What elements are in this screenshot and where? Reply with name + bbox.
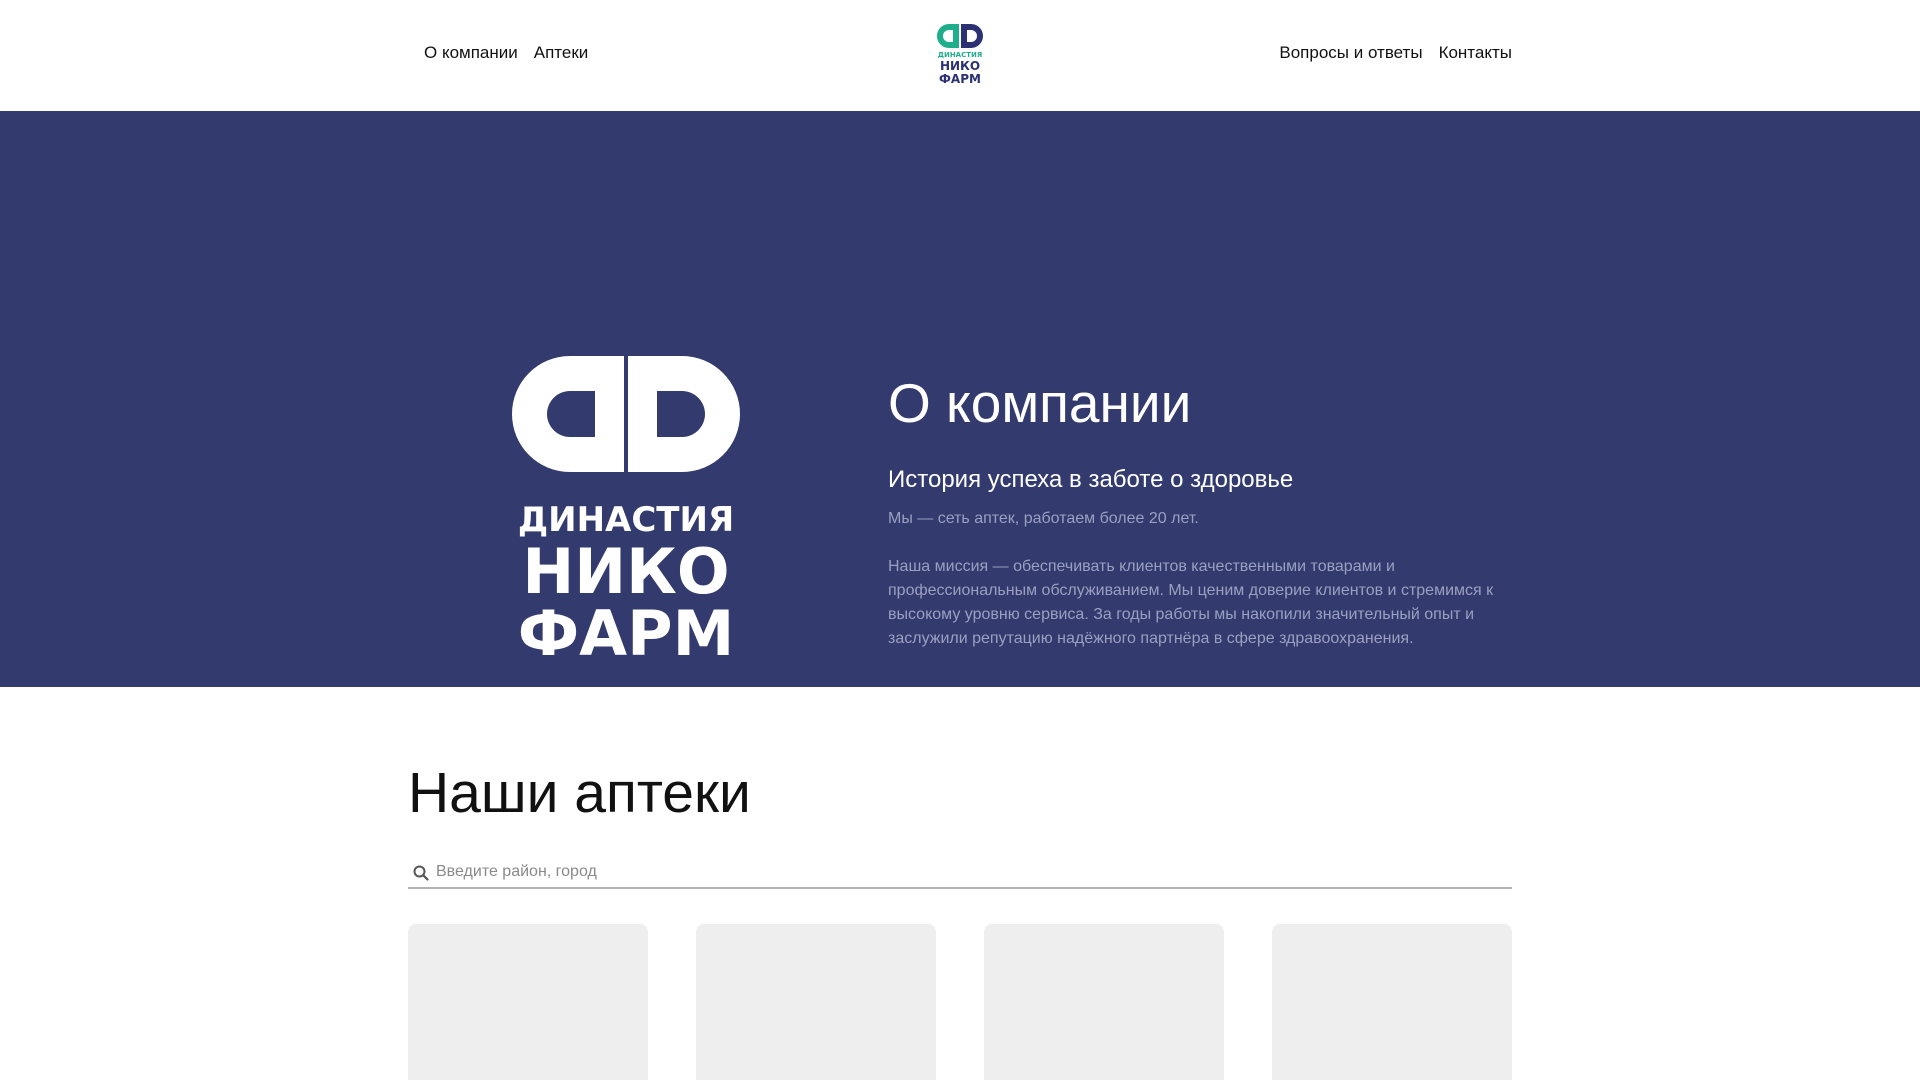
pharmacies-section: Наши аптеки <box>0 687 1920 1080</box>
site-header: О компании Аптеки ДИНАСТИЯ НИКО ФАРМ Воп… <box>0 0 1920 111</box>
search-input[interactable] <box>436 857 1506 887</box>
pharmacy-cards <box>408 924 1512 1080</box>
nav-link-about[interactable]: О компании <box>424 43 518 63</box>
logo-left-mark <box>937 24 959 48</box>
pharmacies-title: Наши аптеки <box>408 761 751 825</box>
logo-right-mark <box>961 24 983 48</box>
logo-text-line2: НИКО <box>940 59 980 73</box>
pharmacy-card[interactable] <box>1272 924 1512 1080</box>
about-hero: ДИНАСТИЯ НИКО ФАРМ О компании История ус… <box>0 111 1920 687</box>
about-text: О компании История успеха в заботе о здо… <box>888 369 1508 651</box>
logo-text-line3: ФАРМ <box>939 72 981 86</box>
hero-logo-left-mark <box>512 356 624 472</box>
nav-link-pharmacies[interactable]: Аптеки <box>534 43 589 63</box>
about-title: О компании <box>888 372 1192 434</box>
pharmacy-search <box>408 857 1512 889</box>
nav-link-faq[interactable]: Вопросы и ответы <box>1279 43 1422 63</box>
nav-link-contacts[interactable]: Контакты <box>1439 43 1512 63</box>
about-subtitle: История успеха в заботе о здоровье <box>888 466 1294 493</box>
hero-logo-text-line1: ДИНАСТИЯ <box>518 500 734 540</box>
about-mission: Наша миссия — обеспечивать клиентов каче… <box>888 558 1494 647</box>
logo-text-line1: ДИНАСТИЯ <box>938 51 983 59</box>
nav-left: О компании Аптеки <box>424 43 588 63</box>
hero-logo-text-line3: ФАРМ <box>518 597 735 659</box>
pharmacy-card[interactable] <box>696 924 936 1080</box>
search-icon <box>413 865 429 881</box>
pharmacy-card[interactable] <box>984 924 1224 1080</box>
header-logo[interactable]: ДИНАСТИЯ НИКО ФАРМ <box>937 24 983 86</box>
hero-logo: ДИНАСТИЯ НИКО ФАРМ <box>512 356 740 659</box>
nav-right: Вопросы и ответы Контакты <box>1279 43 1512 63</box>
about-intro: Мы — сеть аптек, работаем более 20 лет. <box>888 510 1199 527</box>
pharmacy-card[interactable] <box>408 924 648 1080</box>
hero-logo-right-mark <box>628 356 740 472</box>
